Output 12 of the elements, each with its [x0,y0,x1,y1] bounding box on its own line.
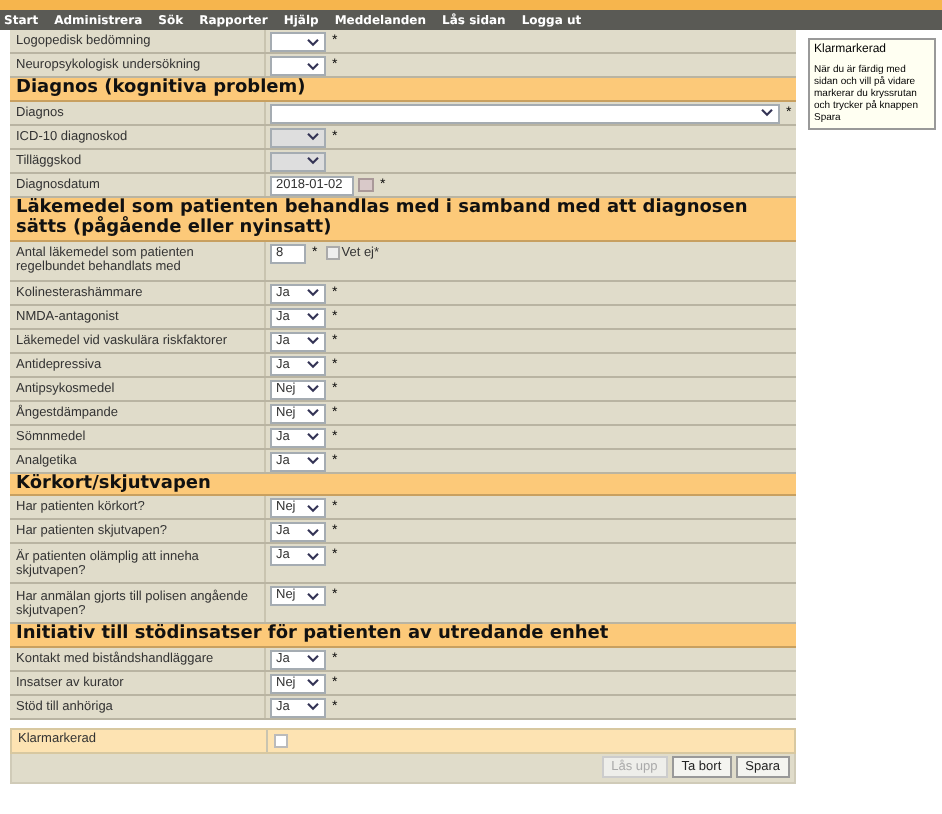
dropdown[interactable] [270,32,326,52]
checkbox[interactable] [274,733,288,747]
dropdown[interactable] [270,103,780,123]
checkbox[interactable] [325,245,340,259]
chevron-icon [760,108,774,118]
calendar-icon[interactable] [358,177,374,191]
section-heading: Initiativ till stödinsatser för patienten av utredande enhet [10,624,796,647]
chevron-icon [306,591,320,601]
section-heading: Läkemedel som patienten behandlas med i samband med att diagnosen sätts (pågående eller nyinsatt) [10,197,796,241]
dropdown[interactable] [270,56,326,76]
section-heading: Diagnos (kognitiva problem) [10,78,796,101]
section-heading: Körkort/skjutvapen [10,473,796,496]
